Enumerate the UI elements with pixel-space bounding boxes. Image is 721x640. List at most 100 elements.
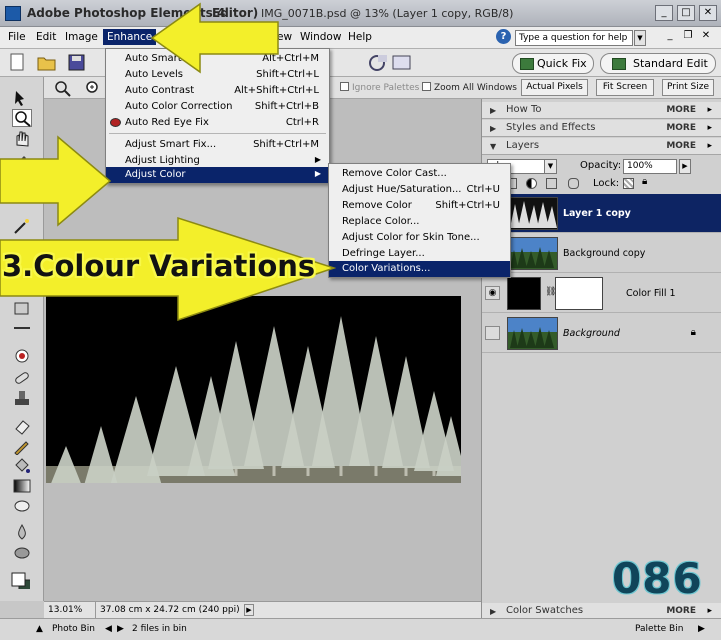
- menu-item-adjust-hue-saturation[interactable]: Adjust Hue/Saturation... Ctrl+U: [329, 182, 510, 198]
- status-bar: 13.01% 37.08 cm x 24.72 cm (240 ppi) ▶: [44, 601, 481, 618]
- menu-item-replace-color[interactable]: Replace Color...: [329, 214, 510, 230]
- title-bar: Adobe Photoshop Elements 4 Editor) IMG_0…: [0, 0, 721, 27]
- layers-panel-header[interactable]: ▼ Layers MORE ▸: [482, 138, 721, 155]
- healing-brush-tool-icon[interactable]: [12, 369, 32, 387]
- menu-item-remove-color-cast[interactable]: Remove Color Cast...: [329, 166, 510, 182]
- layer-row-color-fill-1[interactable]: ◉ ⛓ Color Fill 1: [482, 274, 721, 313]
- how-to-panel-header[interactable]: ▶ How To MORE ▸: [482, 102, 721, 119]
- layer-row-background[interactable]: Background 🔒︎: [482, 314, 721, 353]
- menu-item-adjust-smart-fix[interactable]: Adjust Smart Fix... Shift+Ctrl+M: [106, 137, 329, 153]
- styles-more-button[interactable]: MORE: [666, 123, 696, 133]
- menu-item-adjust-color[interactable]: Adjust Color ▶: [106, 167, 329, 183]
- menu-edit[interactable]: Edit: [36, 31, 56, 43]
- maximize-button[interactable]: □: [677, 5, 695, 21]
- new-file-icon[interactable]: [8, 53, 27, 72]
- layer-visibility-eye-icon[interactable]: ◉: [485, 286, 500, 300]
- forest-photo[interactable]: [46, 296, 461, 483]
- blur-tool-icon[interactable]: [12, 523, 32, 541]
- fit-screen-button[interactable]: Fit Screen: [596, 79, 654, 96]
- how-to-more-button[interactable]: MORE: [666, 105, 696, 115]
- close-button[interactable]: ✕: [699, 5, 717, 21]
- menu-item-adjust-color-skin-tone[interactable]: Adjust Color for Skin Tone...: [329, 230, 510, 246]
- photo-icon[interactable]: [392, 53, 411, 72]
- menu-item-label: Remove Color Cast...: [342, 168, 447, 179]
- palette-bin-toggle-icon[interactable]: ▶: [698, 624, 705, 634]
- menu-item-auto-contrast[interactable]: Auto Contrast Alt+Shift+Ctrl+L: [106, 83, 329, 99]
- mask-thumbnail: [555, 277, 603, 310]
- menu-item-label: Adjust Color: [125, 169, 186, 180]
- zoom-tool-icon[interactable]: [12, 109, 32, 127]
- zoom-level[interactable]: 13.01%: [44, 602, 96, 618]
- tree-trunk: [272, 466, 276, 476]
- styles-menu-icon[interactable]: ▸: [707, 123, 712, 133]
- sponge-tool-icon[interactable]: [12, 543, 32, 561]
- status-menu-arrow-icon[interactable]: ▶: [244, 604, 254, 616]
- help-dropdown-icon[interactable]: ▼: [634, 30, 646, 46]
- save-icon[interactable]: [67, 53, 86, 72]
- lock-transparency-icon[interactable]: [623, 178, 634, 189]
- link-layers-icon[interactable]: [568, 178, 579, 189]
- layer-thumbnail: [507, 237, 558, 270]
- gradient-tool-icon[interactable]: [12, 477, 32, 495]
- minimize-button[interactable]: _: [655, 5, 673, 21]
- how-to-menu-icon[interactable]: ▸: [707, 105, 712, 115]
- eraser-tool-icon[interactable]: [12, 417, 32, 435]
- ignore-palettes-checkbox[interactable]: Ignore Palettes: [340, 82, 419, 93]
- swatches-menu-icon[interactable]: ▸: [707, 606, 712, 616]
- menu-item-auto-color-correction[interactable]: Auto Color Correction Shift+Ctrl+B: [106, 99, 329, 115]
- menu-item-shortcut: Shift+Ctrl+B: [254, 101, 319, 112]
- menu-file[interactable]: File: [8, 31, 26, 43]
- shape-tool-icon[interactable]: [12, 497, 32, 515]
- menu-item-auto-red-eye-fix[interactable]: Auto Red Eye Fix Ctrl+R: [106, 115, 329, 131]
- lock-all-icon[interactable]: 🔒︎: [642, 176, 653, 187]
- create-icon[interactable]: [368, 53, 387, 72]
- move-tool-icon[interactable]: [12, 89, 32, 107]
- doc-restore-button[interactable]: ❐: [681, 29, 695, 43]
- print-size-button[interactable]: Print Size: [662, 79, 714, 96]
- bin-next-icon[interactable]: ▶: [117, 624, 124, 634]
- layers-menu-icon[interactable]: ▸: [707, 141, 712, 151]
- menu-image[interactable]: Image: [65, 31, 98, 43]
- layers-more-button[interactable]: MORE: [666, 141, 696, 151]
- layer-row-background-copy[interactable]: Background copy: [482, 234, 721, 273]
- clone-stamp-tool-icon[interactable]: [12, 389, 32, 407]
- layer-visibility-eye-icon[interactable]: [485, 326, 500, 340]
- tree-trunk: [404, 468, 408, 476]
- zoom-all-windows-checkbox[interactable]: Zoom All Windows: [422, 82, 517, 93]
- color-swatches-icon[interactable]: [10, 571, 34, 595]
- layer-name: Background: [563, 328, 620, 339]
- photo-bin-label[interactable]: Photo Bin: [52, 624, 95, 634]
- open-folder-icon[interactable]: [37, 53, 56, 72]
- menu-item-color-variations[interactable]: Color Variations...: [329, 261, 510, 277]
- menu-window[interactable]: Window: [300, 31, 341, 43]
- layer-row-layer-1-copy[interactable]: Layer 1 copy: [482, 194, 721, 233]
- fill-layer-icon[interactable]: [526, 178, 537, 189]
- bin-prev-icon[interactable]: ◀: [105, 624, 112, 634]
- swatches-more-button[interactable]: MORE: [666, 606, 696, 616]
- pencil-tool-icon[interactable]: [12, 437, 32, 456]
- styles-effects-panel-header[interactable]: ▶ Styles and Effects MORE ▸: [482, 120, 721, 137]
- menu-item-remove-color[interactable]: Remove Color Shift+Ctrl+U: [329, 198, 510, 214]
- paint-bucket-tool-icon[interactable]: [12, 457, 32, 475]
- photo-bin-toggle-icon[interactable]: ▲: [36, 624, 43, 634]
- menu-help[interactable]: Help: [348, 31, 372, 43]
- help-icon[interactable]: ?: [496, 29, 511, 44]
- app-icon: [5, 6, 21, 21]
- zoom-in-icon[interactable]: [84, 79, 103, 98]
- opacity-dropdown-icon[interactable]: ▶: [679, 159, 691, 174]
- red-eye-tool-icon[interactable]: [12, 347, 32, 365]
- zoom-all-windows-label: Zoom All Windows: [434, 83, 517, 93]
- doc-close-button[interactable]: ✕: [699, 29, 713, 43]
- doc-minimize-button[interactable]: _: [663, 29, 677, 43]
- menu-enhance[interactable]: Enhance: [103, 29, 157, 45]
- actual-pixels-button[interactable]: Actual Pixels: [521, 79, 588, 96]
- help-search-input[interactable]: Type a question for help: [515, 30, 633, 46]
- zoom-tool-option-icon[interactable]: [53, 79, 72, 98]
- standard-edit-button[interactable]: Standard Edit: [600, 53, 716, 74]
- opacity-input[interactable]: 100%: [623, 159, 677, 174]
- delete-layer-icon[interactable]: [546, 178, 557, 189]
- how-to-label: How To: [506, 104, 542, 115]
- palette-bin-label[interactable]: Palette Bin: [635, 624, 683, 634]
- quick-fix-button[interactable]: Quick Fix: [512, 53, 594, 74]
- menu-item-defringe-layer[interactable]: Defringe Layer...: [329, 246, 510, 262]
